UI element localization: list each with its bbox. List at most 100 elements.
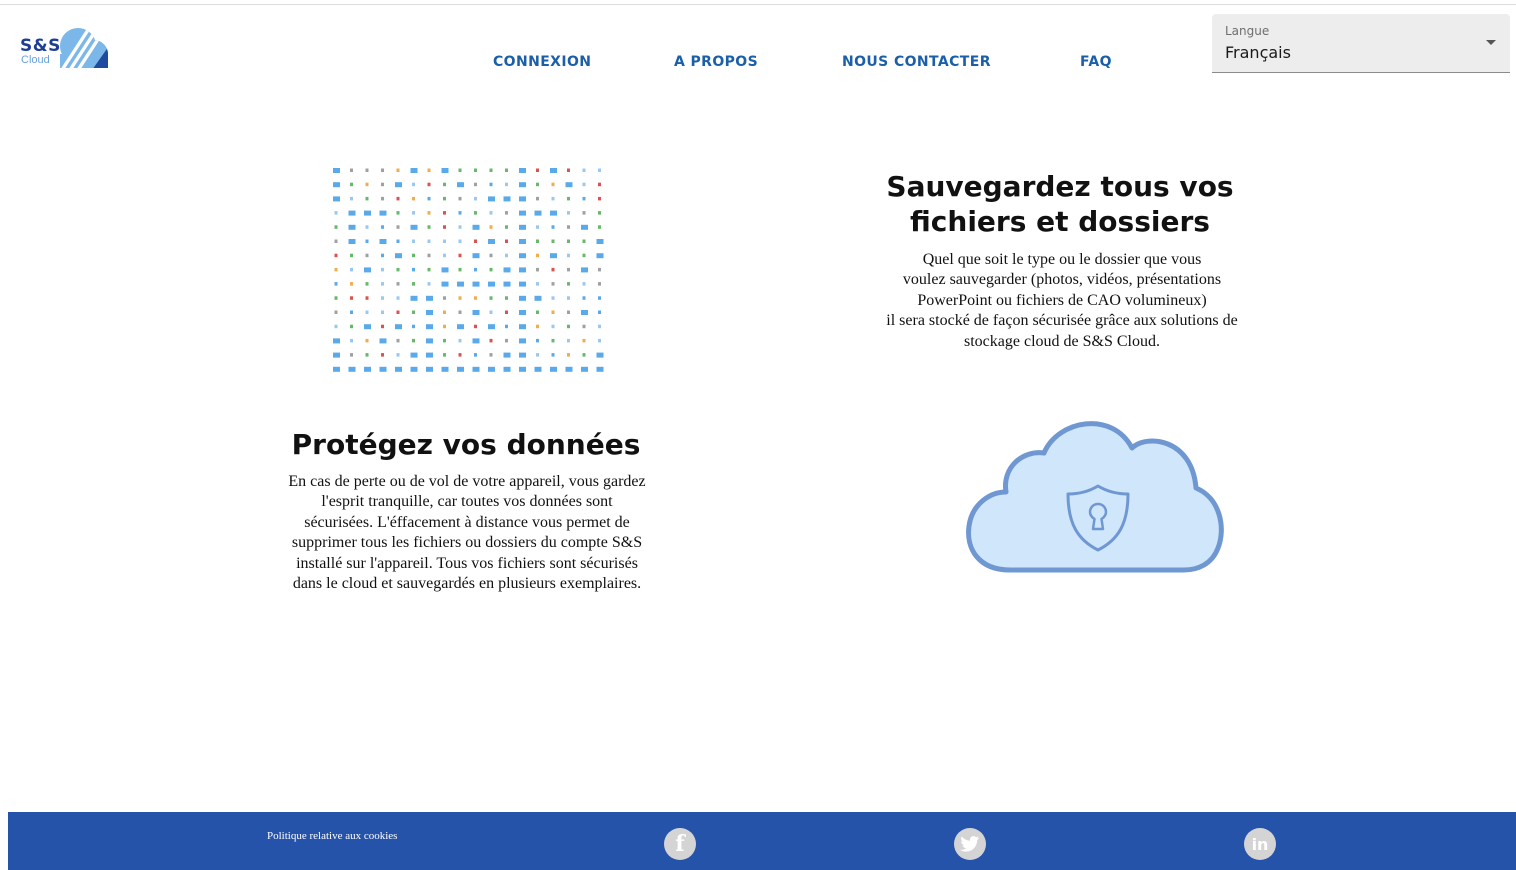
file-icon — [365, 282, 369, 286]
file-icon — [334, 225, 338, 229]
file-icon — [536, 239, 539, 243]
file-icon — [505, 168, 508, 172]
file-icon — [427, 267, 431, 272]
file-icon — [582, 324, 586, 329]
cloud-logo-icon — [60, 28, 108, 68]
file-icon — [396, 211, 400, 215]
nav-a-propos[interactable]: A PROPOS — [674, 54, 758, 70]
file-icon — [582, 338, 586, 343]
file-icon — [443, 324, 446, 329]
file-icon — [396, 338, 400, 343]
file-icon — [489, 253, 493, 258]
files-grid-illustration — [333, 168, 604, 372]
file-icon — [567, 239, 570, 243]
file-icon — [598, 267, 601, 272]
file-icon — [365, 196, 369, 201]
file-icon — [582, 239, 586, 243]
file-icon — [458, 239, 462, 243]
file-icon — [458, 225, 462, 229]
file-icon — [458, 253, 462, 258]
folder-icon — [581, 224, 588, 230]
file-icon — [365, 182, 369, 187]
language-select[interactable]: Langue Français — [1212, 14, 1510, 73]
file-icon — [381, 253, 384, 258]
file-icon — [334, 267, 338, 272]
nav-nous-contacter[interactable]: NOUS CONTACTER — [842, 54, 991, 70]
file-icon — [350, 353, 353, 357]
file-icon — [567, 282, 570, 286]
folder-icon — [519, 182, 526, 188]
folder-icon — [441, 168, 449, 173]
folder-icon — [379, 210, 387, 216]
file-icon — [567, 211, 570, 215]
protect-description-line: sécurisées. L'éffacement à distance vous… — [304, 513, 630, 531]
folder-icon — [333, 182, 340, 188]
file-icon — [551, 324, 555, 329]
file-icon — [489, 211, 493, 215]
folder-icon — [426, 324, 433, 330]
folder-icon — [488, 281, 495, 287]
file-icon — [536, 267, 539, 272]
folder-icon — [426, 295, 433, 301]
folder-icon — [488, 324, 495, 330]
file-icon — [489, 296, 493, 300]
file-icon — [443, 225, 446, 229]
backup-title-line: fichiers et dossiers — [910, 205, 1210, 238]
cookie-policy-link[interactable]: Politique relative aux cookies — [267, 830, 397, 842]
file-icon — [458, 353, 462, 357]
twitter-icon[interactable] — [954, 828, 986, 860]
folder-icon — [565, 182, 573, 188]
folder-icon — [596, 239, 604, 244]
file-icon — [443, 296, 446, 300]
file-icon — [427, 253, 431, 258]
file-icon — [598, 225, 601, 229]
file-icon — [443, 310, 446, 314]
file-icon — [567, 225, 570, 229]
file-icon — [381, 168, 384, 172]
folder-icon — [565, 366, 573, 372]
file-icon — [412, 239, 415, 243]
file-icon — [396, 310, 400, 314]
file-icon — [567, 338, 570, 343]
file-icon — [505, 310, 508, 314]
file-icon — [598, 324, 601, 329]
file-icon — [334, 310, 338, 314]
file-icon — [365, 353, 369, 357]
file-icon — [567, 353, 570, 357]
folder-icon — [519, 338, 526, 344]
language-select-value: Français — [1225, 43, 1291, 62]
facebook-icon[interactable]: f — [664, 828, 696, 860]
file-icon — [551, 353, 555, 357]
file-icon — [381, 196, 384, 201]
file-icon — [551, 310, 555, 314]
nav-connexion[interactable]: CONNEXION — [493, 54, 591, 70]
file-icon — [582, 168, 586, 172]
file-icon — [505, 182, 508, 187]
folder-icon — [379, 239, 387, 244]
file-icon — [443, 196, 446, 201]
folder-icon — [519, 267, 526, 273]
folder-icon — [410, 224, 418, 230]
file-icon — [427, 182, 431, 187]
file-icon — [396, 267, 400, 272]
linkedin-icon[interactable]: in — [1244, 828, 1276, 860]
file-icon — [489, 353, 493, 357]
file-icon — [567, 168, 570, 172]
folder-icon — [441, 366, 449, 372]
facebook-glyph: f — [675, 831, 685, 857]
file-icon — [381, 310, 384, 314]
folder-icon — [379, 338, 387, 344]
protect-title: Protégez vos données — [291, 428, 641, 461]
folder-icon — [426, 366, 433, 372]
file-icon — [489, 225, 493, 229]
nav-faq[interactable]: FAQ — [1080, 54, 1112, 70]
file-icon — [598, 338, 601, 343]
brand-logo[interactable]: S&S Cloud — [20, 26, 116, 70]
file-icon — [598, 296, 601, 300]
file-icon — [334, 296, 338, 300]
file-icon — [334, 211, 338, 215]
file-icon — [474, 296, 477, 300]
folder-icon — [550, 366, 557, 372]
file-icon — [458, 196, 462, 201]
folder-icon — [379, 366, 387, 372]
